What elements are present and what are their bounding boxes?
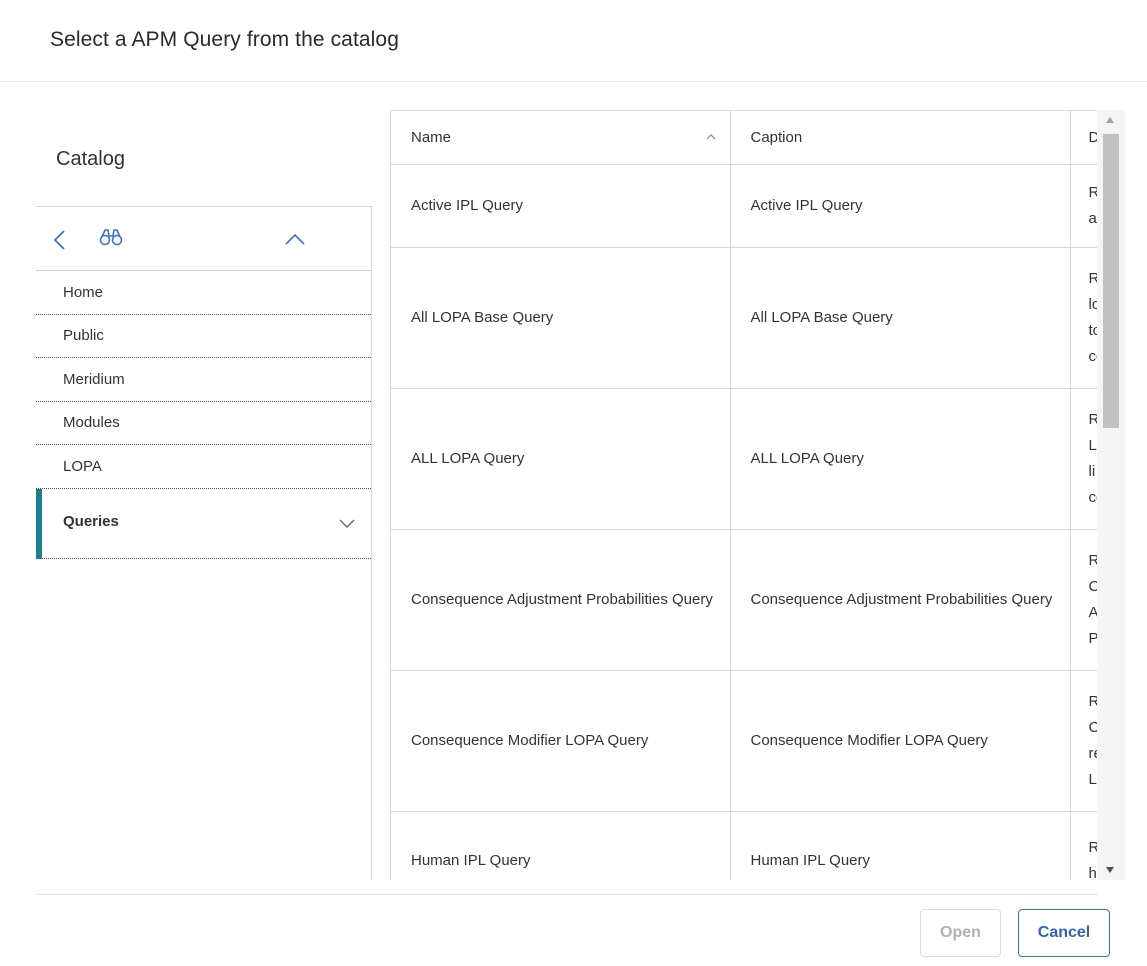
footer-divider bbox=[36, 894, 1098, 895]
catalog-item-home[interactable]: Home bbox=[36, 271, 371, 315]
cell-name: Active IPL Query bbox=[391, 164, 731, 248]
cell-name: Consequence Adjustment Probabilities Que… bbox=[391, 529, 731, 671]
column-header-label: Name bbox=[411, 128, 452, 146]
chevron-up-icon[interactable] bbox=[284, 231, 306, 247]
cell-description: R L li cc bbox=[1070, 388, 1098, 530]
catalog-item-label: Queries bbox=[63, 512, 119, 530]
table-row[interactable]: Consequence Adjustment Probabilities Que… bbox=[391, 529, 1098, 671]
column-header-caption[interactable]: Caption bbox=[730, 111, 1071, 165]
column-header-label: D bbox=[1089, 129, 1098, 146]
cell-caption: All LOPA Base Query bbox=[730, 247, 1071, 389]
column-header-name[interactable]: Name bbox=[391, 111, 731, 165]
catalog-item-queries[interactable]: Queries bbox=[36, 488, 371, 559]
table-row[interactable]: ALL LOPA Query ALL LOPA Query R L li cc bbox=[391, 388, 1098, 530]
table-row[interactable]: All LOPA Base Query All LOPA Base Query … bbox=[391, 247, 1098, 389]
cell-description-text: R a bbox=[1088, 184, 1098, 227]
scroll-up-arrow-icon[interactable] bbox=[1105, 116, 1115, 124]
catalog-item-meridium[interactable]: Meridium bbox=[36, 358, 371, 402]
sort-ascending-icon bbox=[706, 134, 715, 140]
cell-name: Consequence Modifier LOPA Query bbox=[391, 670, 731, 812]
cell-description: R C A P bbox=[1070, 529, 1098, 671]
catalog-item-label: Public bbox=[63, 327, 104, 345]
cell-caption: Human IPL Query bbox=[730, 811, 1071, 880]
cell-description: R lc tc cc bbox=[1070, 247, 1098, 389]
chevron-down-icon[interactable] bbox=[339, 519, 355, 529]
dialog-title: Select a APM Query from the catalog bbox=[50, 28, 399, 51]
scroll-thumb[interactable] bbox=[1103, 134, 1119, 428]
catalog-item-label: Meridium bbox=[63, 370, 125, 388]
catalog-item-label: Home bbox=[63, 283, 104, 301]
open-button[interactable]: Open bbox=[920, 909, 1001, 957]
catalog-item-modules[interactable]: Modules bbox=[36, 402, 371, 445]
cell-name: All LOPA Base Query bbox=[391, 247, 731, 389]
query-table: Name Caption D Active IPL Query Active I… bbox=[391, 111, 1097, 880]
dialog-header: Select a APM Query from the catalog bbox=[0, 0, 1147, 82]
cell-caption: Active IPL Query bbox=[730, 164, 1071, 248]
catalog-title: Catalog bbox=[56, 148, 125, 170]
chevron-left-icon[interactable] bbox=[52, 229, 68, 251]
table-row[interactable]: Active IPL Query Active IPL Query R a bbox=[391, 164, 1098, 248]
table-header-row: Name Caption D bbox=[391, 111, 1098, 165]
catalog-panel: Catalog Home Public Meridium Modules LOP… bbox=[36, 110, 372, 880]
cell-description: R a bbox=[1070, 164, 1098, 248]
scroll-down-arrow-icon[interactable] bbox=[1105, 866, 1115, 874]
table-row[interactable]: Consequence Modifier LOPA Query Conseque… bbox=[391, 670, 1098, 812]
catalog-item-lopa[interactable]: LOPA bbox=[36, 445, 371, 489]
table-row[interactable]: Human IPL Query Human IPL Query R h bbox=[391, 811, 1097, 880]
grid-scrollbar[interactable] bbox=[1097, 110, 1125, 880]
cell-description-text: R lc tc cc bbox=[1088, 270, 1098, 365]
column-header-description[interactable]: D bbox=[1070, 111, 1098, 165]
catalog-item-label: LOPA bbox=[63, 457, 102, 475]
cell-description: R C re L bbox=[1070, 670, 1098, 812]
cell-description-text: R C re L bbox=[1088, 693, 1098, 788]
query-grid: Name Caption D Active IPL Query Active I… bbox=[390, 110, 1097, 880]
catalog-toolbar bbox=[36, 207, 371, 271]
cell-name: ALL LOPA Query bbox=[391, 388, 731, 530]
column-header-label: Caption bbox=[750, 128, 803, 146]
catalog-item-label: Modules bbox=[63, 414, 120, 432]
cell-name: Human IPL Query bbox=[391, 811, 731, 880]
cell-description-text: R C A P bbox=[1089, 548, 1098, 652]
cancel-button[interactable]: Cancel bbox=[1018, 909, 1110, 957]
cell-caption: Consequence Adjustment Probabilities Que… bbox=[730, 529, 1071, 671]
binoculars-icon[interactable] bbox=[99, 227, 123, 247]
catalog-item-public[interactable]: Public bbox=[36, 315, 371, 358]
cell-caption: Consequence Modifier LOPA Query bbox=[730, 670, 1071, 812]
cell-description-text: R h bbox=[1088, 839, 1098, 880]
cell-caption: ALL LOPA Query bbox=[730, 388, 1071, 530]
cell-description-text: R L li cc bbox=[1088, 411, 1098, 506]
cell-description: R h bbox=[1070, 811, 1097, 880]
catalog-list: Home Public Meridium Modules LOPA Querie… bbox=[36, 271, 371, 559]
catalog-navigator: Home Public Meridium Modules LOPA Querie… bbox=[36, 206, 372, 880]
